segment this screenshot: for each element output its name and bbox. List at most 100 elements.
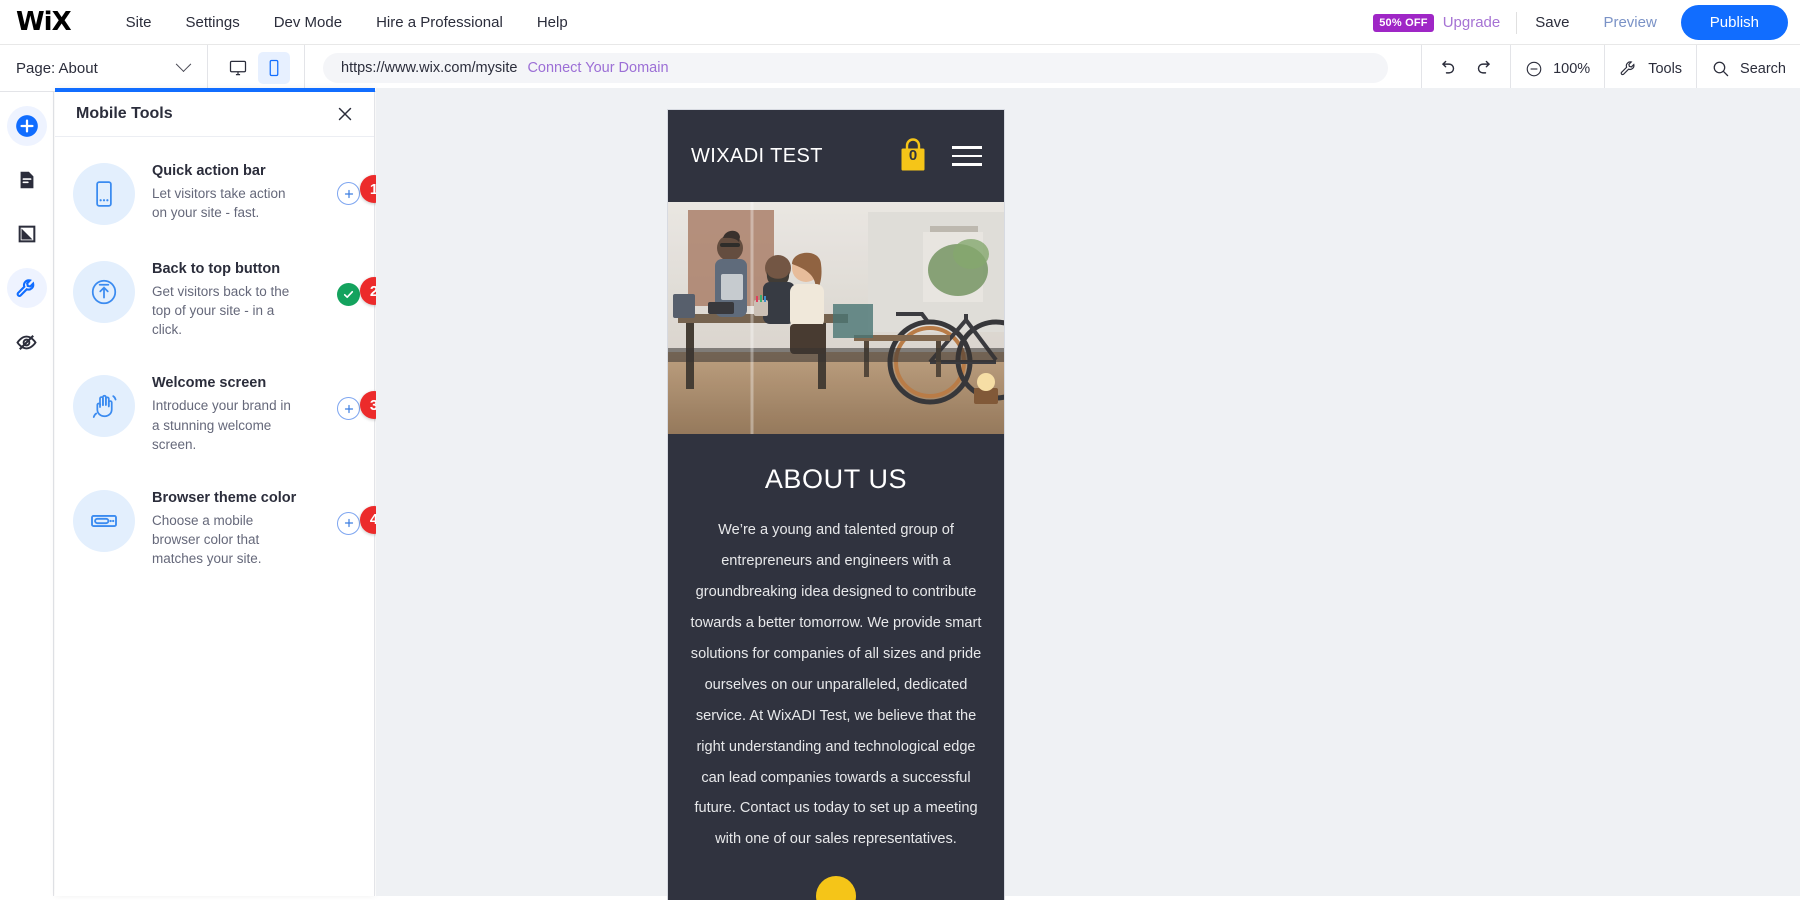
tool-list: Quick action bar Let visitors take actio… bbox=[55, 137, 388, 582]
arrow-up-circle-icon bbox=[91, 279, 117, 305]
tool-text: Quick action bar Let visitors take actio… bbox=[152, 163, 298, 222]
eye-off-icon bbox=[16, 334, 37, 350]
device-switcher bbox=[208, 44, 305, 92]
sidebar-item-design-theme[interactable] bbox=[7, 214, 47, 254]
undo-redo-group bbox=[1421, 45, 1510, 92]
tool-name: Browser theme color bbox=[152, 489, 297, 506]
add-browser-theme-color-button[interactable] bbox=[337, 511, 360, 535]
top-right-actions: 50% OFF Upgrade Save Preview Publish bbox=[1373, 0, 1788, 45]
tool-action bbox=[337, 397, 360, 421]
search-icon bbox=[1713, 61, 1729, 77]
plus-icon bbox=[344, 519, 353, 528]
plus-circle-icon bbox=[15, 115, 38, 137]
tool-icon-wrap bbox=[73, 261, 135, 323]
page-selector-label: Page: About bbox=[16, 59, 98, 77]
site-url-bar[interactable]: https://www.wix.com/mysite Connect Your … bbox=[323, 53, 1388, 83]
connect-domain-link[interactable]: Connect Your Domain bbox=[527, 60, 668, 76]
page-selector[interactable]: Page: About bbox=[0, 44, 208, 92]
redo-icon[interactable] bbox=[1475, 58, 1496, 79]
menu-item-settings[interactable]: Settings bbox=[169, 14, 257, 31]
top-menu-bar: WiX Site Settings Dev Mode Hire a Profes… bbox=[0, 0, 1800, 45]
tool-name: Quick action bar bbox=[152, 163, 266, 179]
hero-image[interactable] bbox=[668, 202, 1004, 434]
tool-row-browser-theme-color[interactable]: Browser theme color Choose a mobile brow… bbox=[55, 468, 388, 582]
wrench-icon bbox=[16, 278, 35, 297]
search-button[interactable]: Search bbox=[1696, 45, 1800, 92]
mobile-icon bbox=[269, 59, 279, 77]
site-title: WIXADI TEST bbox=[691, 144, 823, 167]
mobile-action-bar-icon bbox=[96, 181, 112, 207]
office-photo bbox=[668, 202, 1004, 434]
site-url: https://www.wix.com/mysite bbox=[341, 60, 518, 76]
hamburger-icon[interactable] bbox=[952, 146, 982, 166]
zoom-control[interactable]: 100% bbox=[1510, 45, 1604, 92]
left-sidebar bbox=[0, 92, 54, 896]
mobile-tools-panel: Mobile Tools Quick action bar Let visito… bbox=[55, 88, 388, 896]
promo-badge: 50% OFF bbox=[1373, 13, 1434, 32]
tool-text: Welcome screen Introduce your brand in a… bbox=[152, 375, 298, 453]
menu-item-help[interactable]: Help bbox=[520, 14, 585, 31]
back-to-top-enabled-toggle[interactable] bbox=[337, 283, 360, 306]
toolbar-right-group: 100% Tools Search bbox=[1421, 45, 1800, 92]
tool-icon-wrap bbox=[73, 375, 135, 438]
about-heading: ABOUT US bbox=[764, 464, 908, 494]
menu-item-site[interactable]: Site bbox=[109, 14, 169, 31]
hamburger-line bbox=[952, 163, 982, 166]
tool-text: Browser theme color Choose a mobile brow… bbox=[152, 490, 298, 568]
zoom-level-label: 100% bbox=[1553, 60, 1591, 77]
preview-button[interactable]: Preview bbox=[1587, 14, 1672, 31]
tools-menu-button[interactable]: Tools bbox=[1604, 45, 1696, 92]
theme-icon bbox=[18, 225, 35, 243]
menu-item-dev-mode[interactable]: Dev Mode bbox=[257, 14, 359, 31]
save-button[interactable]: Save bbox=[1517, 14, 1587, 31]
hamburger-line bbox=[952, 154, 982, 158]
plus-icon bbox=[344, 404, 353, 414]
panel-title: Mobile Tools bbox=[76, 105, 173, 122]
tool-icon-wrap bbox=[73, 489, 135, 552]
site-header[interactable]: WIXADI TEST 0 bbox=[668, 110, 1004, 202]
tool-row-welcome-screen[interactable]: Welcome screen Introduce your brand in a… bbox=[55, 353, 388, 467]
wrench-icon bbox=[1620, 61, 1635, 76]
wix-logo[interactable]: WiX bbox=[16, 9, 72, 35]
sidebar-item-hidden-elements[interactable] bbox=[7, 322, 47, 362]
about-section[interactable]: ABOUT US We’re a young and talented grou… bbox=[668, 434, 1004, 855]
tools-label: Tools bbox=[1648, 60, 1683, 77]
desktop-view-button[interactable] bbox=[222, 52, 254, 84]
zoom-out-icon[interactable] bbox=[1525, 60, 1543, 78]
tool-action bbox=[337, 511, 360, 535]
tool-description: Let visitors take action on your site - … bbox=[152, 186, 286, 221]
sidebar-item-add-elements[interactable] bbox=[6, 106, 47, 146]
desktop-icon bbox=[229, 60, 247, 76]
close-icon[interactable] bbox=[334, 103, 356, 125]
mobile-preview-frame[interactable]: WIXADI TEST 0 ABOUT US We’re a young and… bbox=[668, 110, 1004, 900]
browser-bar-icon bbox=[91, 514, 117, 527]
mobile-view-button[interactable] bbox=[258, 52, 290, 84]
cart-button[interactable]: 0 bbox=[896, 136, 930, 176]
menu-item-hire-a-professional[interactable]: Hire a Professional bbox=[359, 14, 520, 31]
cart-count: 0 bbox=[908, 147, 918, 164]
tool-description: Choose a mobile browser color that match… bbox=[152, 512, 262, 567]
hamburger-line bbox=[952, 146, 982, 149]
publish-button[interactable]: Publish bbox=[1680, 5, 1788, 40]
tool-row-quick-action-bar[interactable]: Quick action bar Let visitors take actio… bbox=[55, 145, 388, 239]
add-welcome-screen-button[interactable] bbox=[337, 397, 360, 421]
tool-row-back-to-top-button[interactable]: Back to top button Get visitors back to … bbox=[55, 239, 388, 353]
about-body: We’re a young and talented group of entr… bbox=[690, 522, 982, 848]
undo-icon[interactable] bbox=[1436, 58, 1457, 79]
add-quick-action-bar-button[interactable] bbox=[337, 182, 360, 205]
upgrade-link[interactable]: Upgrade bbox=[1443, 14, 1501, 31]
tool-name: Back to top button bbox=[152, 261, 281, 277]
pages-icon bbox=[20, 171, 33, 189]
tool-description: Introduce your brand in a stunning welco… bbox=[152, 398, 291, 452]
tool-text: Back to top button Get visitors back to … bbox=[152, 261, 298, 339]
editor-canvas[interactable]: WIXADI TEST 0 ABOUT US We’re a young and… bbox=[376, 88, 1800, 900]
back-to-top-button[interactable] bbox=[816, 876, 856, 900]
sidebar-item-tools[interactable] bbox=[6, 268, 47, 308]
plus-icon bbox=[344, 189, 353, 198]
tool-name: Welcome screen bbox=[152, 375, 267, 392]
sidebar-item-pages[interactable] bbox=[7, 160, 47, 200]
tool-icon-wrap bbox=[73, 163, 135, 225]
tool-action bbox=[337, 182, 360, 205]
check-icon bbox=[343, 290, 354, 299]
waving-hand-icon bbox=[92, 395, 117, 419]
